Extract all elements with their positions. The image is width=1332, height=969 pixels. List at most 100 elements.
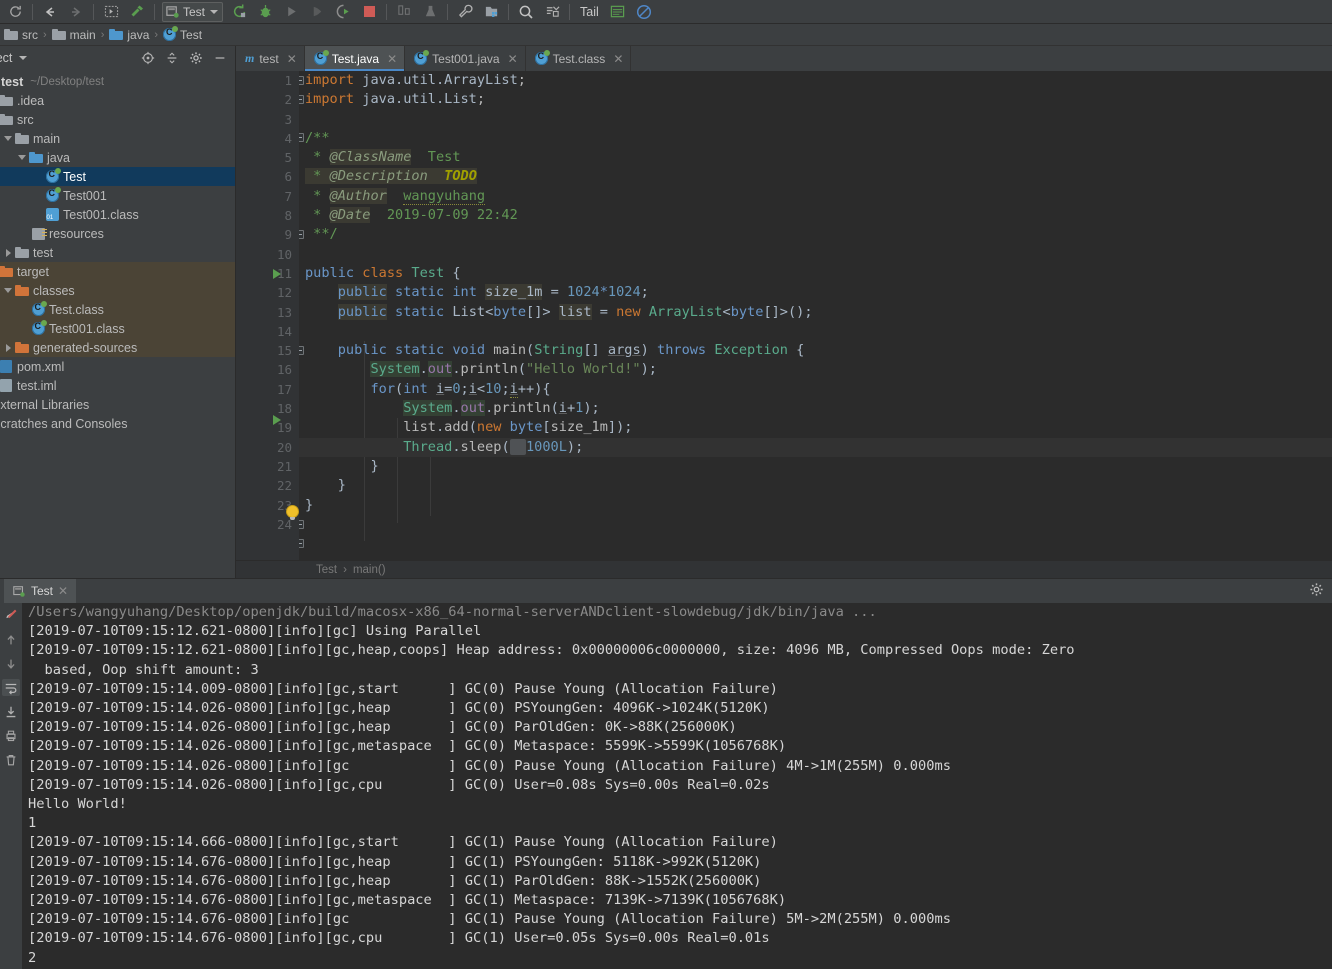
- tree-row-test-folder[interactable]: test: [0, 243, 235, 262]
- down-arrow-icon[interactable]: [2, 655, 20, 672]
- back-arrow-icon[interactable]: [37, 1, 63, 23]
- tree-row-test001-class[interactable]: Test001: [0, 186, 235, 205]
- code-text-area[interactable]: import java.util.ArrayList; import java.…: [299, 71, 1332, 560]
- settings-wrench-icon[interactable]: [452, 1, 478, 23]
- locate-target-icon[interactable]: [137, 48, 159, 68]
- line-number: 12: [276, 285, 292, 301]
- run-profile-icon[interactable]: [330, 1, 356, 23]
- line-number: 16: [276, 362, 292, 378]
- tab-test-java[interactable]: Test.java ✕: [304, 46, 406, 71]
- run-method-gutter-icon[interactable]: [273, 415, 281, 425]
- tree-row-test-class[interactable]: Test: [0, 167, 235, 186]
- twisty-expanded-icon[interactable]: [16, 155, 28, 160]
- clear-all-icon[interactable]: [2, 751, 20, 768]
- run-class-gutter-icon[interactable]: [273, 269, 281, 279]
- fold-marker-method-close[interactable]: [299, 539, 304, 548]
- breadcrumb-item-src[interactable]: src: [4, 28, 38, 42]
- java-class-icon: [44, 187, 61, 202]
- tree-row-src[interactable]: src: [0, 110, 235, 129]
- tree-label: test: [33, 245, 54, 260]
- console-action-rail: [0, 603, 22, 969]
- tree-row-idea[interactable]: .idea: [0, 91, 235, 110]
- rerun-icon[interactable]: [226, 1, 252, 23]
- footer-method-name[interactable]: main(): [353, 564, 386, 576]
- line-number: 6: [284, 169, 292, 185]
- debug-bug-icon[interactable]: [252, 1, 278, 23]
- search-icon[interactable]: [513, 1, 539, 23]
- twisty-collapsed-icon[interactable]: [2, 343, 14, 352]
- folder-grey-icon: [0, 95, 14, 106]
- tree-row-project-root[interactable]: test ~/Desktop/test: [0, 72, 235, 91]
- tab-test001-java[interactable]: Test001.java ✕: [405, 46, 526, 71]
- breadcrumb-item-java[interactable]: java: [109, 28, 149, 42]
- intention-bulb-icon[interactable]: [287, 506, 298, 520]
- source-code[interactable]: import java.util.ArrayList; import java.…: [299, 71, 1332, 515]
- up-arrow-icon[interactable]: [2, 631, 20, 648]
- sync-icon[interactable]: [2, 1, 28, 23]
- tree-row-test-iml[interactable]: test.iml: [0, 376, 235, 395]
- console-tab-test[interactable]: Test ✕: [4, 579, 77, 603]
- tail-label[interactable]: Tail: [574, 5, 605, 19]
- block-icon[interactable]: [631, 1, 657, 23]
- soft-wrap-icon[interactable]: [2, 679, 20, 696]
- commit-icon[interactable]: [539, 1, 565, 23]
- fold-marker-for-close[interactable]: [299, 520, 304, 529]
- tree-row-classes[interactable]: classes: [0, 281, 235, 300]
- stop-icon[interactable]: [356, 1, 382, 23]
- tree-label: classes: [33, 283, 75, 298]
- rerun-red-icon[interactable]: [2, 607, 20, 624]
- chevron-down-icon[interactable]: [19, 56, 28, 60]
- build-hammer-icon[interactable]: [124, 1, 150, 23]
- tree-row-test001-binary[interactable]: Test001.class: [0, 205, 235, 224]
- folder-blue-icon: [109, 29, 124, 40]
- tree-row-target-test-class[interactable]: Test.class: [0, 300, 235, 319]
- twisty-collapsed-icon[interactable]: [2, 248, 14, 257]
- java-class-icon: [44, 168, 61, 183]
- tree-row-main[interactable]: main: [0, 129, 235, 148]
- tail-plugin-icon[interactable]: [605, 1, 631, 23]
- tree-row-scratches-consoles[interactable]: Scratches and Consoles: [0, 414, 235, 433]
- line-number: 22: [276, 478, 292, 494]
- toolbar-divider: [386, 3, 388, 20]
- chevron-down-icon[interactable]: [210, 9, 219, 14]
- twisty-expanded-icon[interactable]: [2, 136, 14, 141]
- close-icon[interactable]: ✕: [508, 52, 518, 66]
- project-structure-icon[interactable]: [478, 1, 504, 23]
- toolbar-divider: [154, 3, 155, 20]
- tree-row-target-test001-class[interactable]: Test001.class: [0, 319, 235, 338]
- editor-tabbar: m test ✕ Test.java ✕ Test001.java ✕ Test…: [236, 46, 1332, 71]
- editor-gutter[interactable]: 1 2 3 4 5 6 7 8 9 10 11 12 13 14 15 16 1: [236, 71, 299, 560]
- footer-class-name[interactable]: Test: [316, 564, 337, 576]
- project-tree[interactable]: test ~/Desktop/test .idea src main java …: [0, 70, 235, 578]
- tree-row-generated-sources[interactable]: generated-sources: [0, 338, 235, 357]
- breadcrumb-item-test[interactable]: Test: [163, 26, 202, 42]
- twisty-expanded-icon[interactable]: [2, 288, 14, 293]
- tree-row-resources[interactable]: resources: [0, 224, 235, 243]
- tree-label: test.iml: [17, 378, 57, 393]
- close-icon[interactable]: ✕: [387, 52, 397, 66]
- console-settings-gear-icon[interactable]: [1309, 582, 1324, 600]
- tab-test[interactable]: m test ✕: [236, 46, 305, 71]
- close-icon[interactable]: ✕: [58, 584, 68, 598]
- settings-gear-icon[interactable]: [185, 48, 207, 68]
- breadcrumb-item-main[interactable]: main: [51, 28, 96, 42]
- line-number: 11: [276, 265, 292, 281]
- tree-row-pom-xml[interactable]: pom.xml: [0, 357, 235, 376]
- run-with-coverage-icon: [304, 1, 330, 23]
- collapse-all-icon[interactable]: [161, 48, 183, 68]
- console-output[interactable]: /Users/wangyuhang/Desktop/openjdk/build/…: [22, 603, 1332, 969]
- scroll-to-end-icon[interactable]: [2, 703, 20, 720]
- tree-row-java[interactable]: java: [0, 148, 235, 167]
- tree-row-external-libraries[interactable]: External Libraries: [0, 395, 235, 414]
- hide-minimize-icon[interactable]: [209, 48, 231, 68]
- line-number: 17: [276, 381, 292, 397]
- print-icon[interactable]: [2, 727, 20, 744]
- code-editor[interactable]: 1 2 3 4 5 6 7 8 9 10 11 12 13 14 15 16 1: [236, 71, 1332, 560]
- run-configuration-selector[interactable]: Test: [162, 1, 224, 22]
- tab-test-class[interactable]: Test.class ✕: [526, 46, 632, 71]
- close-icon[interactable]: ✕: [287, 52, 297, 66]
- close-icon[interactable]: ✕: [613, 52, 623, 66]
- tree-row-target[interactable]: target: [0, 262, 235, 281]
- java-class-icon: [30, 320, 47, 335]
- open-in-terminal-icon[interactable]: [98, 1, 124, 23]
